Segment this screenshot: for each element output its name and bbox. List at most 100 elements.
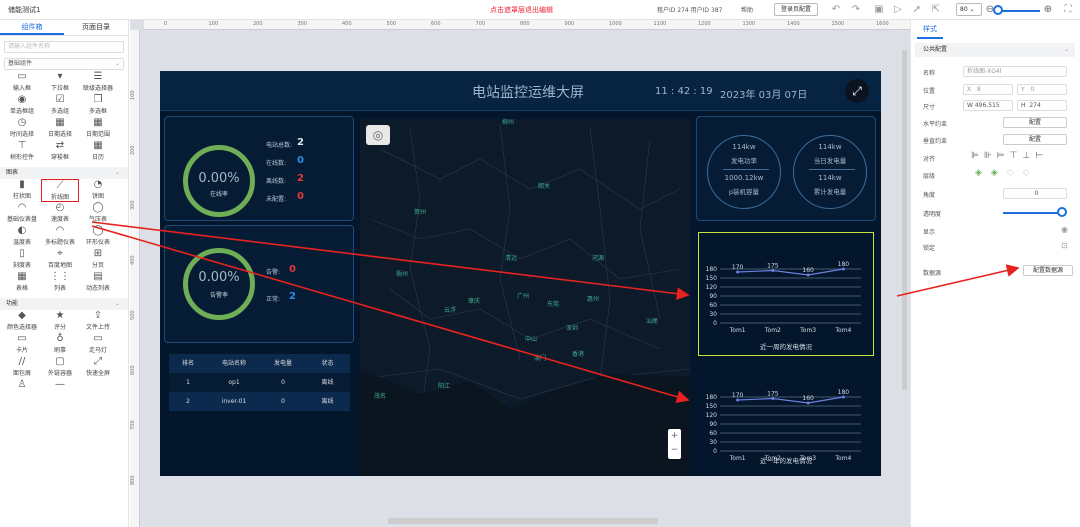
opacity-slider[interactable] [1003, 212, 1061, 214]
component-search-input[interactable]: 请输入组件名称 [4, 41, 124, 53]
eye-icon[interactable]: ◉ [1061, 225, 1068, 234]
power-stat-label: 当日发电量 [813, 157, 847, 165]
component-日期选择[interactable]: ▦ 日期选择 [41, 117, 79, 140]
component-温度表[interactable]: ◐ 温度表 [3, 225, 41, 248]
publish-icon[interactable]: ➚ [911, 4, 923, 16]
component-饼图[interactable]: ◔ 饼图 [79, 179, 117, 202]
tab-page-directory[interactable]: 页面目录 [64, 20, 128, 35]
map-city-label: 中山 [525, 336, 538, 343]
component-分页[interactable]: ⊞ 分页 [79, 248, 117, 271]
component-刷事[interactable]: ♁ 刷事 [41, 333, 79, 356]
component-列表[interactable]: ⋮⋮ 列表 [41, 271, 79, 294]
name-input[interactable]: 折线图-XG4l [963, 66, 1067, 77]
dashboard-fullscreen-icon[interactable]: ⤢ [845, 79, 869, 103]
station-map[interactable]: ◎ 柳州 韶关 贺州 清远 河源 梧州 肇庆 广州 东莞 惠州 云浮 汕尾 深圳 中山 香港 澳门 阳江 茂名 +… [360, 119, 690, 476]
component-动态列表[interactable]: ▤ 动态列表 [79, 271, 117, 294]
function-section-header[interactable]: 功能 ⌄ [0, 298, 128, 310]
zoom-slider[interactable] [998, 10, 1040, 12]
height-input[interactable]: H 274 [1017, 100, 1067, 111]
y-tick-label: 150 [706, 275, 718, 282]
preview-icon[interactable]: ▷ [892, 4, 904, 16]
angle-input[interactable]: 0 [1003, 188, 1067, 199]
datasource-config-button[interactable]: 配置数据源 [1023, 265, 1073, 276]
component-下拉框[interactable]: ▾ 下拉框 [41, 71, 79, 94]
component-颜色选择器[interactable]: ◆ 颜色选择器 [3, 310, 41, 333]
data-label: 160 [802, 395, 814, 402]
map-zoom-in-button[interactable]: + [668, 429, 681, 443]
map-zoom-out-button[interactable]: − [668, 443, 681, 457]
tab-style[interactable]: 样式 [923, 24, 937, 34]
component-表格[interactable]: ▦ 表格 [3, 271, 41, 294]
style-panel: 样式 公共配置 ⌄ 名称 折线图-XG4l 位置 X 8 Y 0 尺寸 W 496… [910, 20, 1080, 527]
component-基础仪表盘[interactable]: ◠ 基础仪表盘 [3, 202, 41, 225]
component-日期范围[interactable]: ▦ 日期范围 [79, 117, 117, 140]
component-多选框[interactable]: ❐ 多选框 [79, 94, 117, 117]
horizontal-constraint-button[interactable]: 配置 [1003, 117, 1067, 128]
align-icons[interactable]: ⊫⊪⊨⊤⊥⊢ [971, 151, 1048, 161]
vertical-scrollbar[interactable] [902, 50, 907, 390]
vertical-constraint-button[interactable]: 配置 [1003, 134, 1067, 145]
component-panel: 组件箱 页面目录 请输入组件名称 基础组件 ⌄ ▭ 输入框 ▾ 下拉框 ☰ 联级选择器 ◉ 单选… [0, 20, 129, 527]
tenant-user-ids: 租户ID 274 用户ID 387 [657, 7, 723, 14]
component-穿梭框[interactable]: ⇄ 穿梭框 [41, 140, 79, 163]
component-评分[interactable]: ★ 评分 [41, 310, 79, 333]
component-外链容器[interactable]: ▢ 外链容器 [41, 356, 79, 379]
opacity-slider-handle[interactable] [1057, 207, 1067, 217]
map-city-label: 香港 [572, 351, 585, 358]
component-走马灯[interactable]: ▭ 走马灯 [79, 333, 117, 356]
map-city-label: 肇庆 [468, 298, 481, 305]
ruler-tick-label: 1100 [653, 21, 667, 27]
tab-component-box[interactable]: 组件箱 [0, 20, 64, 35]
fullscreen-icon[interactable]: ⛶ [1062, 4, 1074, 16]
layer-icons[interactable]: ◈◈◇◇ [975, 168, 1039, 178]
component-卡片[interactable]: ▭ 卡片 [3, 333, 41, 356]
map-zoom-control[interactable]: + − [668, 429, 681, 459]
component-环形仪表[interactable]: ◯ 环形仪表 [79, 225, 117, 248]
component-气压表[interactable]: ◯ 气压表 [79, 202, 117, 225]
zoom-slider-handle[interactable] [993, 5, 1003, 15]
component-速度表[interactable]: ◴ 速度表 [41, 202, 79, 225]
y-input[interactable]: Y 0 [1017, 84, 1067, 95]
component-快速全屏[interactable]: ⤢ 快速全屏 [79, 356, 117, 379]
redo-icon[interactable]: ↷ [850, 4, 862, 16]
login-page-config-button[interactable]: 登录页配置 [774, 3, 818, 16]
help-link[interactable]: 帮助 [741, 5, 753, 14]
component-item-9[interactable]: ♙ [3, 379, 41, 402]
export-icon[interactable]: ⇱ [930, 4, 942, 16]
component-文件上传[interactable]: ⇪ 文件上传 [79, 310, 117, 333]
common-config-section[interactable]: 公共配置 ⌄ [915, 43, 1075, 57]
component-时间选择[interactable]: ◷ 时间选择 [3, 117, 41, 140]
x-input[interactable]: X 8 [963, 84, 1013, 95]
horizontal-scrollbar[interactable] [388, 518, 658, 524]
component-刻度表[interactable]: ▯ 刻度表 [3, 248, 41, 271]
component-日历[interactable]: ▦ 日历 [79, 140, 117, 163]
table-row[interactable]: 2 inver-01 0 离线 [169, 392, 350, 411]
component-折线图[interactable]: ⟋ 折线图 [41, 179, 79, 202]
component-树形控件[interactable]: ⊤ 树形控件 [3, 140, 41, 163]
component-icon: ❐ [93, 94, 103, 105]
week-line-chart[interactable]: 0 30 60 90 120 150 180 170 Tom1 175 Tom2 160 Tom3 180… [696, 226, 876, 356]
component-输入框[interactable]: ▭ 输入框 [3, 71, 41, 94]
component-多标题仪表[interactable]: ◠ 多标题仪表 [41, 225, 79, 248]
component-柱状图[interactable]: ▮ 柱状图 [3, 179, 41, 202]
component-icon: ⟋ [56, 180, 64, 191]
lock-icon[interactable]: ⊡ [1061, 241, 1068, 250]
component-多选组[interactable]: ☑ 多选组 [41, 94, 79, 117]
undo-icon[interactable]: ↶ [830, 4, 842, 16]
component-百度地图[interactable]: ⌖ 百度地图 [41, 248, 79, 271]
table-row[interactable]: 1 op1 0 离线 [169, 373, 350, 392]
map-layer-icon[interactable]: ◎ [366, 125, 390, 145]
data-label: 180 [838, 389, 850, 396]
component-联级选择器[interactable]: ☰ 联级选择器 [79, 71, 117, 94]
component-面包屑[interactable]: // 面包屑 [3, 356, 41, 379]
component-label: 基础仪表盘 [6, 216, 37, 223]
component-category-select[interactable]: 基础组件 ⌄ [4, 58, 124, 70]
chart-section-header[interactable]: 图表 ⌄ [0, 167, 128, 179]
zoom-select[interactable]: 80 ⌄ [956, 3, 982, 16]
edit-notice[interactable]: 点击遮罩层退出编辑 [490, 5, 553, 15]
width-input[interactable]: W 496.515 [963, 100, 1013, 111]
zoom-in-icon[interactable]: ⊕ [1042, 4, 1054, 16]
component-单选框组[interactable]: ◉ 单选框组 [3, 94, 41, 117]
component-item-10[interactable]: — [41, 379, 79, 402]
save-icon[interactable]: ▣ [873, 4, 885, 16]
